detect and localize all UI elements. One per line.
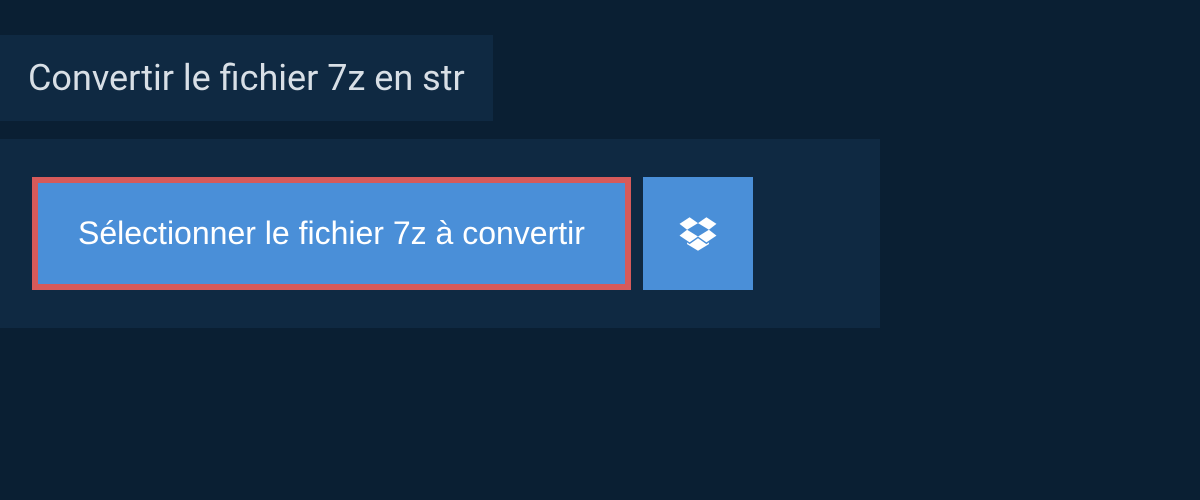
main-panel: Sélectionner le fichier 7z à convertir (0, 139, 880, 328)
page-title: Convertir le fichier 7z en str (28, 57, 465, 99)
dropbox-icon (677, 213, 719, 255)
button-row: Sélectionner le fichier 7z à convertir (32, 177, 848, 290)
dropbox-button[interactable] (643, 177, 753, 290)
select-file-button-label: Sélectionner le fichier 7z à convertir (78, 215, 585, 252)
title-bar: Convertir le fichier 7z en str (0, 35, 493, 121)
select-file-button[interactable]: Sélectionner le fichier 7z à convertir (32, 177, 631, 290)
